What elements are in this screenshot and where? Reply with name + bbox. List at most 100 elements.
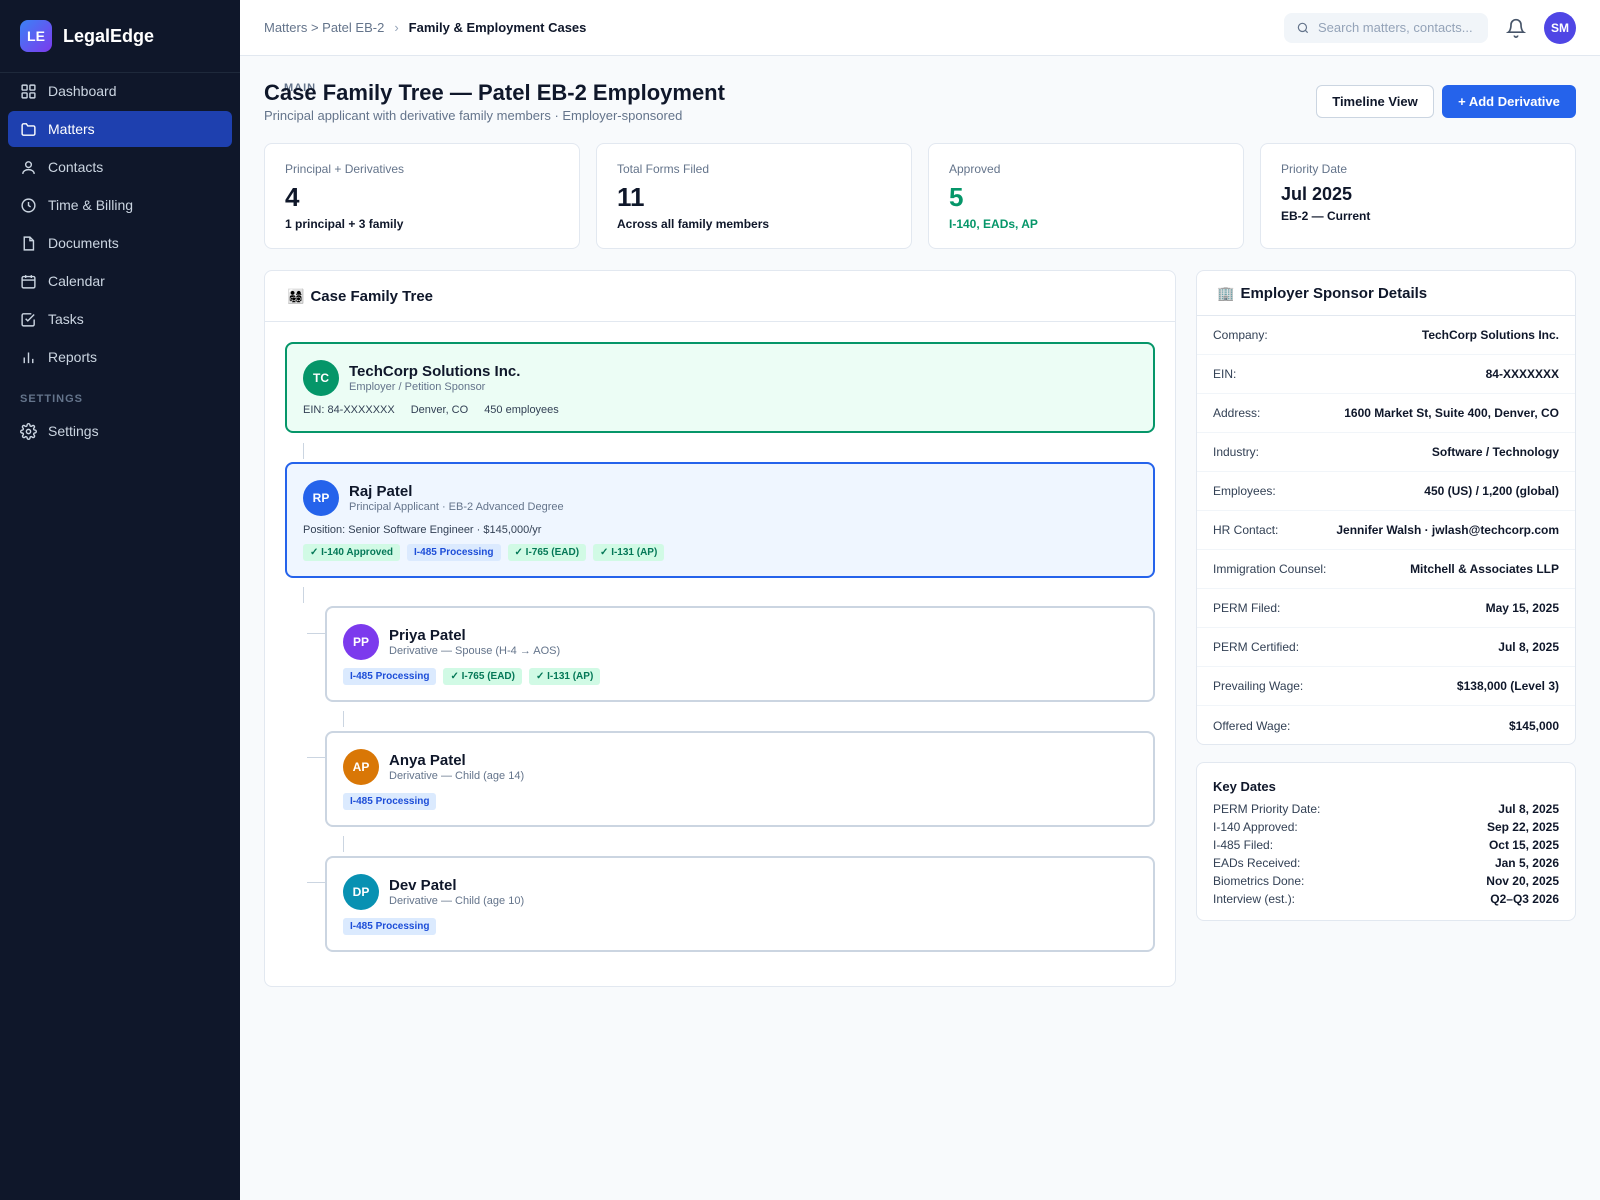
sidebar-item-contacts[interactable]: Contacts [8,149,232,185]
sidebar-item-label: Tasks [48,311,84,327]
sidebar-item-label: Dashboard [48,83,117,99]
tree-connector [307,882,325,883]
node-text: Dev Patel Derivative — Child (age 10) [389,877,524,907]
sponsor-rows: Company: TechCorp Solutions Inc. EIN: 84-X… [1197,316,1575,745]
detail-key: Employees: [1213,484,1276,498]
brand[interactable]: LE LegalEdge [0,0,240,73]
sidebar: LE LegalEdge MAIN Dashboard Matters Cont… [0,0,315,1200]
date-row: Biometrics Done: Nov 20, 2025 [1213,872,1559,890]
tree-connector [343,711,344,727]
stat-label: Approved [949,162,1001,176]
node-text: Priya Patel Derivative — Spouse (H-4 → A… [389,627,560,657]
detail-key: HR Contact: [1213,523,1279,537]
sidebar-item-calendar[interactable]: Calendar [8,263,232,299]
bell-icon[interactable] [1506,18,1526,38]
tree-connector [307,633,325,634]
detail-value: 1600 Market St, Suite 400, Denver, CO [1344,406,1559,420]
calendar-icon [21,274,36,289]
stat-value: 4 [285,182,300,212]
tree-connector [303,443,304,459]
sidebar-item-settings[interactable]: Settings [8,413,232,449]
node-text: TechCorp Solutions Inc. Employer / Petit… [349,362,521,393]
date-value: Jul 8, 2025 [1498,802,1559,816]
status-badge: ✓ I-140 Approved [303,544,401,561]
bar-chart-icon [23,352,34,363]
detail-value: $145,000 [1508,718,1559,733]
detail-key: Prevailing Wage: [1213,679,1304,693]
sidebar-item-matters[interactable]: Matters [8,111,232,147]
building-icon: 🏢 [1217,284,1235,301]
detail-key: Offered Wage: [1213,718,1291,733]
tree-connector [303,587,304,603]
panel-title: Case Family Tree [310,287,434,305]
avatar[interactable]: SM [1544,11,1576,44]
detail-row: Immigration Counsel: Mitchell & Associate… [1197,550,1575,589]
status-badges: I-485 Processing [343,793,437,810]
tree-connector [343,836,344,852]
gear-icon [20,422,37,440]
employer-meta: EIN: 84-XXXXXXX Denver, CO 450 employees [303,404,559,416]
sidebar-item-label: Reports [48,349,98,365]
date-value: Q2–Q3 2026 [1490,892,1559,906]
node-role: Derivative — Child (age 14) [389,769,525,782]
date-value: Jan 5, 2026 [1494,856,1559,870]
employer-node[interactable]: TC TechCorp Solutions Inc. Employer / Pe… [285,342,1155,433]
principal-node[interactable]: RP Raj Patel Principal Applicant · EB-2 … [285,462,1155,578]
search-input[interactable]: Search matters, contacts... [1284,12,1488,43]
date-key: I-485 Filed: [1213,838,1274,852]
date-key: Biometrics Done: [1213,874,1305,888]
derivative-node-spouse[interactable]: PP Priya Patel Derivative — Spouse (H-4 … [325,606,1155,702]
breadcrumb-separator: › [394,20,399,35]
sidebar-item-label: Documents [48,235,119,251]
principal-position: Position: Senior Software Engineer · $14… [303,524,541,536]
sidebar-item-tasks[interactable]: Tasks [8,301,232,337]
add-derivative-button[interactable]: + Add Derivative [1442,85,1576,118]
date-row: Interview (est.): Q2–Q3 2026 [1213,890,1559,908]
key-dates-panel: Key Dates PERM Priority Date: Jul 8, 2025… [1196,762,1576,921]
employer-sponsor-panel: 🏢 Employer Sponsor Details Company: TechC… [1196,270,1576,745]
node-text: Anya Patel Derivative — Child (age 14) [389,752,525,782]
status-badge: I-485 Processing [343,668,437,685]
detail-value: Software / Technology [1431,445,1559,459]
brand-name: LegalEdge [63,25,155,46]
node-role: Employer / Petition Sponsor [349,380,486,393]
sidebar-item-label: Settings [48,423,99,439]
date-value: Oct 15, 2025 [1488,838,1559,852]
stat-card: Principal + Derivatives 4 1 principal + … [264,143,580,249]
date-key: Interview (est.): [1213,892,1296,906]
search-icon [1297,22,1309,33]
date-row: PERM Priority Date: Jul 8, 2025 [1213,800,1559,818]
detail-row: PERM Certified: Jul 8, 2025 [1197,628,1575,667]
node-name: TechCorp Solutions Inc. [349,362,521,380]
sidebar-item-reports[interactable]: Reports [8,339,232,375]
stat-note: 1 principal + 3 family [285,217,404,231]
panel-header: 👨‍👩‍👧‍👦 Case Family Tree [265,271,1175,322]
tree-connector [307,757,325,758]
sidebar-item-dashboard[interactable]: Dashboard [8,73,232,109]
date-row: EADs Received: Jan 5, 2026 [1213,854,1559,872]
derivative-node-child[interactable]: DP Dev Patel Derivative — Child (age 10)… [325,856,1155,952]
date-key: EADs Received: [1213,856,1301,870]
sidebar-item-label: Matters [48,121,95,137]
date-key: I-140 Approved: [1213,820,1298,834]
detail-row: EIN: 84-XXXXXXX [1197,355,1575,394]
user-icon [22,160,35,174]
sidebar-item-time-billing[interactable]: Time & Billing [8,187,232,223]
panel-title: Key Dates [1213,779,1276,794]
date-row: I-485 Filed: Oct 15, 2025 [1213,836,1559,854]
sidebar-item-documents[interactable]: Documents [8,225,232,261]
timeline-view-button[interactable]: Timeline View [1316,85,1434,118]
node-header: TC TechCorp Solutions Inc. Employer / Pe… [303,360,520,396]
status-badge: ✓ I-131 (AP) [529,668,601,685]
detail-value: TechCorp Solutions Inc. [1421,328,1559,342]
employer-ein: EIN: 84-XXXXXXX [303,404,395,416]
avatar: PP [343,624,379,660]
avatar: TC [303,360,339,396]
detail-row: Employees: 450 (US) / 1,200 (global) [1197,472,1575,511]
node-role: Principal Applicant · EB-2 Advanced Degr… [349,500,564,513]
sidebar-item-label: Calendar [48,273,105,289]
derivative-node-child[interactable]: AP Anya Patel Derivative — Child (age 14… [325,731,1155,827]
date-row: I-140 Approved: Sep 22, 2025 [1213,818,1559,836]
breadcrumb-parent[interactable]: Matters > Patel EB-2 [264,20,384,35]
checkbox-icon [21,312,35,327]
